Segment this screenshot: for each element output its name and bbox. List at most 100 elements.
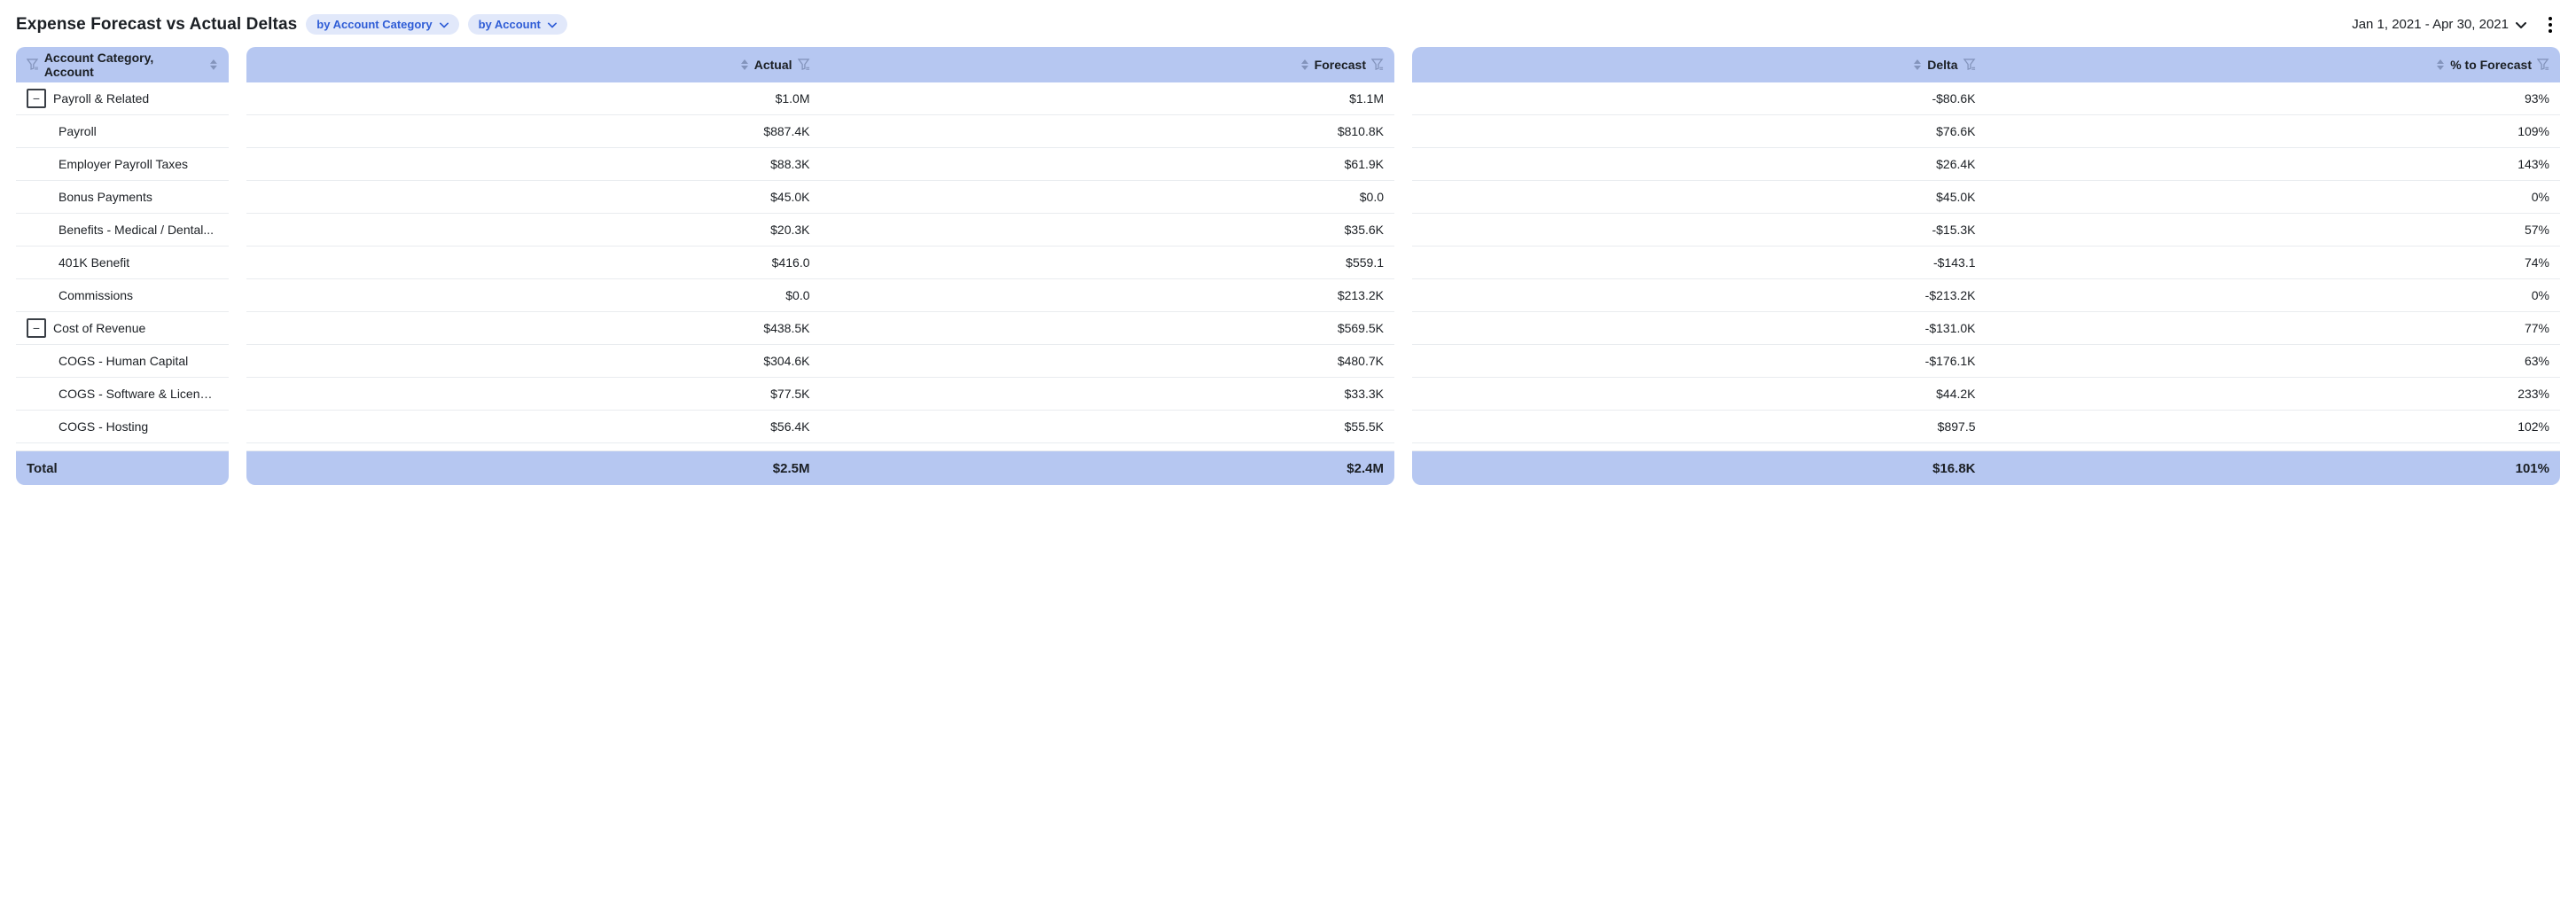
table-row: $26.4K143%	[1412, 148, 2560, 181]
filter-pill-category[interactable]: by Account Category	[306, 14, 458, 35]
row-label-text: Commissions	[59, 288, 133, 302]
cell-forecast: $559.1	[821, 255, 1395, 270]
row-label-text: Payroll	[59, 124, 97, 138]
cell-forecast: $213.2K	[821, 288, 1395, 302]
col-actual-forecast: Actual Forecast $1.0M$1.1M$887.4K$810.8K…	[246, 47, 1394, 485]
table-row: COGS - Hosting	[16, 411, 229, 443]
header-forecast[interactable]: Forecast	[821, 47, 1395, 82]
cell-delta: $44.2K	[1412, 387, 1987, 401]
date-range-label: Jan 1, 2021 - Apr 30, 2021	[2352, 17, 2509, 32]
cell-pct-forecast: 93%	[1987, 91, 2561, 106]
cell-forecast: $1.1M	[821, 91, 1395, 106]
table-row: $438.5K$569.5K	[246, 312, 1394, 345]
cell-delta: -$15.3K	[1412, 223, 1987, 237]
table-row: -$143.174%	[1412, 247, 2560, 279]
cell-actual: $20.3K	[246, 223, 821, 237]
cell-forecast: $35.6K	[821, 223, 1395, 237]
cell-delta: -$213.2K	[1412, 288, 1987, 302]
collapse-toggle[interactable]: −	[27, 89, 46, 108]
row-label-text: Bonus Payments	[59, 190, 152, 204]
group-label: −Cost of Revenue	[16, 318, 229, 338]
more-options-button[interactable]	[2541, 15, 2560, 35]
total-label: Total	[16, 451, 229, 485]
header-pct-forecast[interactable]: % to Forecast	[1987, 47, 2561, 82]
sort-icon	[1913, 59, 1922, 70]
item-label: Bonus Payments	[16, 190, 229, 204]
row-label-text: Cost of Revenue	[53, 321, 145, 335]
table-row: $897.5102%	[1412, 411, 2560, 443]
cell-forecast: $810.8K	[821, 124, 1395, 138]
total-delta: $16.8K	[1412, 451, 1987, 485]
table-row: −Cost of Revenue	[16, 312, 229, 345]
cell-pct-forecast: 0%	[1987, 190, 2561, 204]
row-label-text: Employer Payroll Taxes	[59, 157, 188, 171]
cell-pct-forecast: 143%	[1987, 157, 2561, 171]
table-row: Commissions	[16, 279, 229, 312]
filter-pill-account-label: by Account	[479, 18, 541, 31]
table-row: $416.0$559.1	[246, 247, 1394, 279]
filter-icon	[2537, 59, 2549, 71]
cell-delta: -$131.0K	[1412, 321, 1987, 335]
item-label: Commissions	[16, 288, 229, 302]
cell-delta: -$176.1K	[1412, 354, 1987, 368]
cell-forecast: $480.7K	[821, 354, 1395, 368]
table-row: Payroll	[16, 115, 229, 148]
sort-icon	[740, 59, 749, 70]
total-actual: $2.5M	[246, 451, 821, 485]
cell-pct-forecast: 233%	[1987, 387, 2561, 401]
date-range-picker[interactable]: Jan 1, 2021 - Apr 30, 2021	[2352, 17, 2526, 32]
table-row: $44.2K233%	[1412, 378, 2560, 411]
table-row: Bonus Payments	[16, 181, 229, 214]
table-row: -$176.1K63%	[1412, 345, 2560, 378]
table-row: $20.3K$35.6K	[246, 214, 1394, 247]
table-row: −Payroll & Related	[16, 82, 229, 115]
table-row: COGS - Software & Licenses	[16, 378, 229, 411]
table-row: -$15.3K57%	[1412, 214, 2560, 247]
title-bar: Expense Forecast vs Actual Deltas by Acc…	[16, 14, 2560, 35]
header-delta[interactable]: Delta	[1412, 47, 1987, 82]
cell-actual: $0.0	[246, 288, 821, 302]
filter-pill-category-label: by Account Category	[316, 18, 432, 31]
row-label-text: COGS - Human Capital	[59, 354, 188, 368]
header-labels[interactable]: Account Category, Account	[16, 47, 229, 82]
table-row: Benefits - Medical / Dental...	[16, 214, 229, 247]
cell-pct-forecast: 74%	[1987, 255, 2561, 270]
header-labels-text: Account Category, Account	[44, 51, 204, 79]
cell-actual: $304.6K	[246, 354, 821, 368]
cell-delta: $76.6K	[1412, 124, 1987, 138]
cell-delta: $26.4K	[1412, 157, 1987, 171]
filter-icon	[798, 59, 810, 71]
cell-actual: $88.3K	[246, 157, 821, 171]
table-row: -$213.2K0%	[1412, 279, 2560, 312]
cell-actual: $1.0M	[246, 91, 821, 106]
row-label-text: COGS - Hosting	[59, 419, 148, 434]
table-row: $304.6K$480.7K	[246, 345, 1394, 378]
table-row: COGS - Human Capital	[16, 345, 229, 378]
cell-actual: $45.0K	[246, 190, 821, 204]
table-row: $1.0M$1.1M	[246, 82, 1394, 115]
table-row: $45.0K0%	[1412, 181, 2560, 214]
row-label-text: Benefits - Medical / Dental...	[59, 223, 214, 237]
chevron-down-icon	[440, 20, 449, 29]
filter-pill-account[interactable]: by Account	[468, 14, 567, 35]
table-row: $0.0$213.2K	[246, 279, 1394, 312]
col-delta-pct: Delta % to Forecast -$80.6K93%$76.6K109%…	[1412, 47, 2560, 485]
cell-delta: -$143.1	[1412, 255, 1987, 270]
header-forecast-text: Forecast	[1315, 58, 1366, 72]
total-forecast: $2.4M	[821, 451, 1395, 485]
cell-pct-forecast: 63%	[1987, 354, 2561, 368]
sort-icon	[1300, 59, 1309, 70]
table-row: $88.3K$61.9K	[246, 148, 1394, 181]
sort-icon	[209, 59, 218, 70]
cell-pct-forecast: 0%	[1987, 288, 2561, 302]
total-pct: 101%	[1987, 451, 2561, 485]
header-actual[interactable]: Actual	[246, 47, 821, 82]
header-delta-text: Delta	[1927, 58, 1957, 72]
cell-forecast: $61.9K	[821, 157, 1395, 171]
cell-actual: $56.4K	[246, 419, 821, 434]
cell-pct-forecast: 77%	[1987, 321, 2561, 335]
filter-icon	[27, 59, 39, 71]
collapse-toggle[interactable]: −	[27, 318, 46, 338]
table-row: -$80.6K93%	[1412, 82, 2560, 115]
group-label: −Payroll & Related	[16, 89, 229, 108]
